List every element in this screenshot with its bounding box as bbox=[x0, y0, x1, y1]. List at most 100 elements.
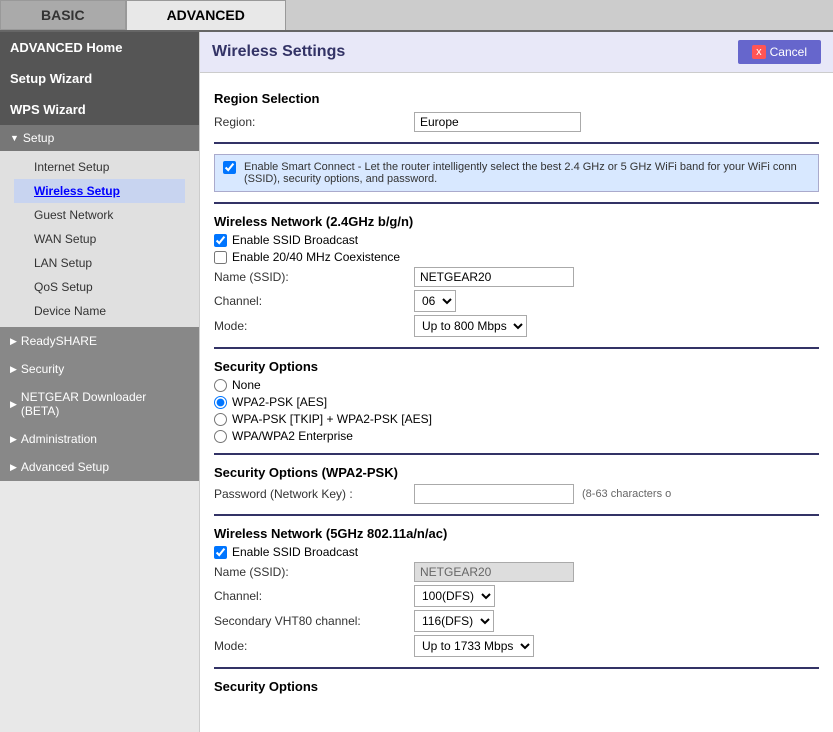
channel-5g-label: Channel: bbox=[214, 589, 414, 603]
wireless-5g-title: Wireless Network (5GHz 802.11a/n/ac) bbox=[214, 526, 819, 541]
smart-connect-checkbox[interactable] bbox=[223, 161, 236, 174]
secondary-vht80-row: Secondary VHT80 channel: 116(DFS) bbox=[214, 610, 819, 632]
sidebar-netgear-label: NETGEAR Downloader(BETA) bbox=[21, 390, 146, 418]
sidebar-setup-group[interactable]: ▼ Setup bbox=[0, 125, 199, 151]
mode-24-select[interactable]: Up to 800 Mbps bbox=[414, 315, 527, 337]
sidebar-lan-setup[interactable]: LAN Setup bbox=[14, 251, 185, 275]
divider-6 bbox=[214, 667, 819, 669]
security-enterprise-radio[interactable] bbox=[214, 430, 227, 443]
setup-triangle-icon: ▼ bbox=[10, 133, 19, 143]
smart-connect-text: Enable Smart Connect - Let the router in… bbox=[244, 161, 810, 185]
secondary-vht80-label: Secondary VHT80 channel: bbox=[214, 614, 414, 628]
advanced-tab[interactable]: ADVANCED bbox=[126, 0, 286, 30]
mode-5g-label: Mode: bbox=[214, 639, 414, 653]
channel-24-select[interactable]: 06 bbox=[414, 290, 456, 312]
security-options-5g-title: Security Options bbox=[214, 679, 819, 694]
ssid-24-label: Name (SSID): bbox=[214, 270, 414, 284]
enable-ssid-5g-checkbox[interactable] bbox=[214, 546, 227, 559]
security-wpa2-label: WPA2-PSK [AES] bbox=[232, 395, 327, 409]
netgear-triangle-icon: ▶ bbox=[10, 399, 17, 410]
security-combo-row: WPA-PSK [TKIP] + WPA2-PSK [AES] bbox=[214, 412, 819, 426]
security-combo-label: WPA-PSK [TKIP] + WPA2-PSK [AES] bbox=[232, 412, 432, 426]
password-input[interactable] bbox=[414, 484, 574, 504]
main-header: Wireless Settings x Cancel bbox=[200, 32, 833, 73]
cancel-button[interactable]: x Cancel bbox=[738, 40, 821, 64]
password-hint: (8-63 characters o bbox=[582, 488, 671, 500]
enable-ssid-24-checkbox[interactable] bbox=[214, 234, 227, 247]
ssid-5g-label: Name (SSID): bbox=[214, 565, 414, 579]
sidebar-netgear-downloader[interactable]: ▶ NETGEAR Downloader(BETA) bbox=[0, 383, 199, 425]
sidebar-qos-setup[interactable]: QoS Setup bbox=[14, 275, 185, 299]
main-content: Wireless Settings x Cancel Region Select… bbox=[200, 32, 833, 732]
divider-5 bbox=[214, 514, 819, 516]
sidebar-guest-network[interactable]: Guest Network bbox=[14, 203, 185, 227]
channel-5g-select[interactable]: 100(DFS) bbox=[414, 585, 495, 607]
channel-24-row: Channel: 06 bbox=[214, 290, 819, 312]
divider-3 bbox=[214, 347, 819, 349]
security-options-title: Security Options bbox=[214, 359, 819, 374]
enable-ssid-24-row: Enable SSID Broadcast bbox=[214, 233, 819, 247]
advanced-setup-triangle-icon: ▶ bbox=[10, 462, 17, 473]
smart-connect-row: Enable Smart Connect - Let the router in… bbox=[214, 154, 819, 192]
enable-ssid-5g-label: Enable SSID Broadcast bbox=[232, 545, 358, 559]
cancel-label: Cancel bbox=[770, 45, 807, 59]
sidebar-setup-wizard[interactable]: Setup Wizard bbox=[0, 63, 199, 94]
divider-1 bbox=[214, 142, 819, 144]
sidebar-security[interactable]: ▶ Security bbox=[0, 355, 199, 383]
region-row: Region: bbox=[214, 112, 819, 132]
channel-5g-row: Channel: 100(DFS) bbox=[214, 585, 819, 607]
security-wpa2-radio[interactable] bbox=[214, 396, 227, 409]
sidebar-admin-label: Administration bbox=[21, 432, 97, 446]
security-none-row: None bbox=[214, 378, 819, 392]
ssid-24-row: Name (SSID): bbox=[214, 267, 819, 287]
sidebar-device-name[interactable]: Device Name bbox=[14, 299, 185, 323]
sidebar-readyshare[interactable]: ▶ ReadySHARE bbox=[0, 327, 199, 355]
cancel-x-icon: x bbox=[752, 45, 766, 59]
mode-24-row: Mode: Up to 800 Mbps bbox=[214, 315, 819, 337]
security-enterprise-label: WPA/WPA2 Enterprise bbox=[232, 429, 353, 443]
admin-triangle-icon: ▶ bbox=[10, 434, 17, 445]
sidebar-administration[interactable]: ▶ Administration bbox=[0, 425, 199, 453]
password-label: Password (Network Key) : bbox=[214, 487, 414, 501]
wireless-24-title: Wireless Network (2.4GHz b/g/n) bbox=[214, 214, 819, 229]
ssid-24-input[interactable] bbox=[414, 267, 574, 287]
ssid-5g-row: Name (SSID): bbox=[214, 562, 819, 582]
security-wpa2-row: WPA2-PSK [AES] bbox=[214, 395, 819, 409]
basic-tab[interactable]: BASIC bbox=[0, 0, 126, 30]
sidebar-advanced-setup[interactable]: ▶ Advanced Setup bbox=[0, 453, 199, 481]
mode-5g-select[interactable]: Up to 1733 Mbps bbox=[414, 635, 534, 657]
security-none-radio[interactable] bbox=[214, 379, 227, 392]
mode-24-label: Mode: bbox=[214, 319, 414, 333]
security-combo-radio[interactable] bbox=[214, 413, 227, 426]
enable-2040-checkbox[interactable] bbox=[214, 251, 227, 264]
sidebar-wan-setup[interactable]: WAN Setup bbox=[14, 227, 185, 251]
password-row: Password (Network Key) : (8-63 character… bbox=[214, 484, 819, 504]
sidebar-advanced-setup-label: Advanced Setup bbox=[21, 460, 109, 474]
sidebar-wps-wizard[interactable]: WPS Wizard bbox=[0, 94, 199, 125]
enable-ssid-5g-row: Enable SSID Broadcast bbox=[214, 545, 819, 559]
enable-2040-label: Enable 20/40 MHz Coexistence bbox=[232, 250, 400, 264]
sidebar-readyshare-label: ReadySHARE bbox=[21, 334, 97, 348]
sidebar-internet-setup[interactable]: Internet Setup bbox=[14, 155, 185, 179]
security-triangle-icon: ▶ bbox=[10, 364, 17, 375]
channel-24-label: Channel: bbox=[214, 294, 414, 308]
enable-ssid-24-label: Enable SSID Broadcast bbox=[232, 233, 358, 247]
region-input[interactable] bbox=[414, 112, 581, 132]
security-none-label: None bbox=[232, 378, 261, 392]
sidebar-wireless-setup[interactable]: Wireless Setup bbox=[14, 179, 185, 203]
ssid-5g-input[interactable] bbox=[414, 562, 574, 582]
content-area: Region Selection Region: Enable Smart Co… bbox=[200, 73, 833, 708]
page-title: Wireless Settings bbox=[212, 43, 345, 61]
divider-4 bbox=[214, 453, 819, 455]
enable-2040-row: Enable 20/40 MHz Coexistence bbox=[214, 250, 819, 264]
region-label: Region: bbox=[214, 115, 414, 129]
sidebar-advanced-home[interactable]: ADVANCED Home bbox=[0, 32, 199, 63]
security-enterprise-row: WPA/WPA2 Enterprise bbox=[214, 429, 819, 443]
sidebar-security-label: Security bbox=[21, 362, 64, 376]
divider-2 bbox=[214, 202, 819, 204]
secondary-vht80-select[interactable]: 116(DFS) bbox=[414, 610, 494, 632]
region-section-title: Region Selection bbox=[214, 91, 819, 106]
security-wpa2psk-title: Security Options (WPA2-PSK) bbox=[214, 465, 819, 480]
sidebar-setup-label: Setup bbox=[23, 131, 54, 145]
mode-5g-row: Mode: Up to 1733 Mbps bbox=[214, 635, 819, 657]
